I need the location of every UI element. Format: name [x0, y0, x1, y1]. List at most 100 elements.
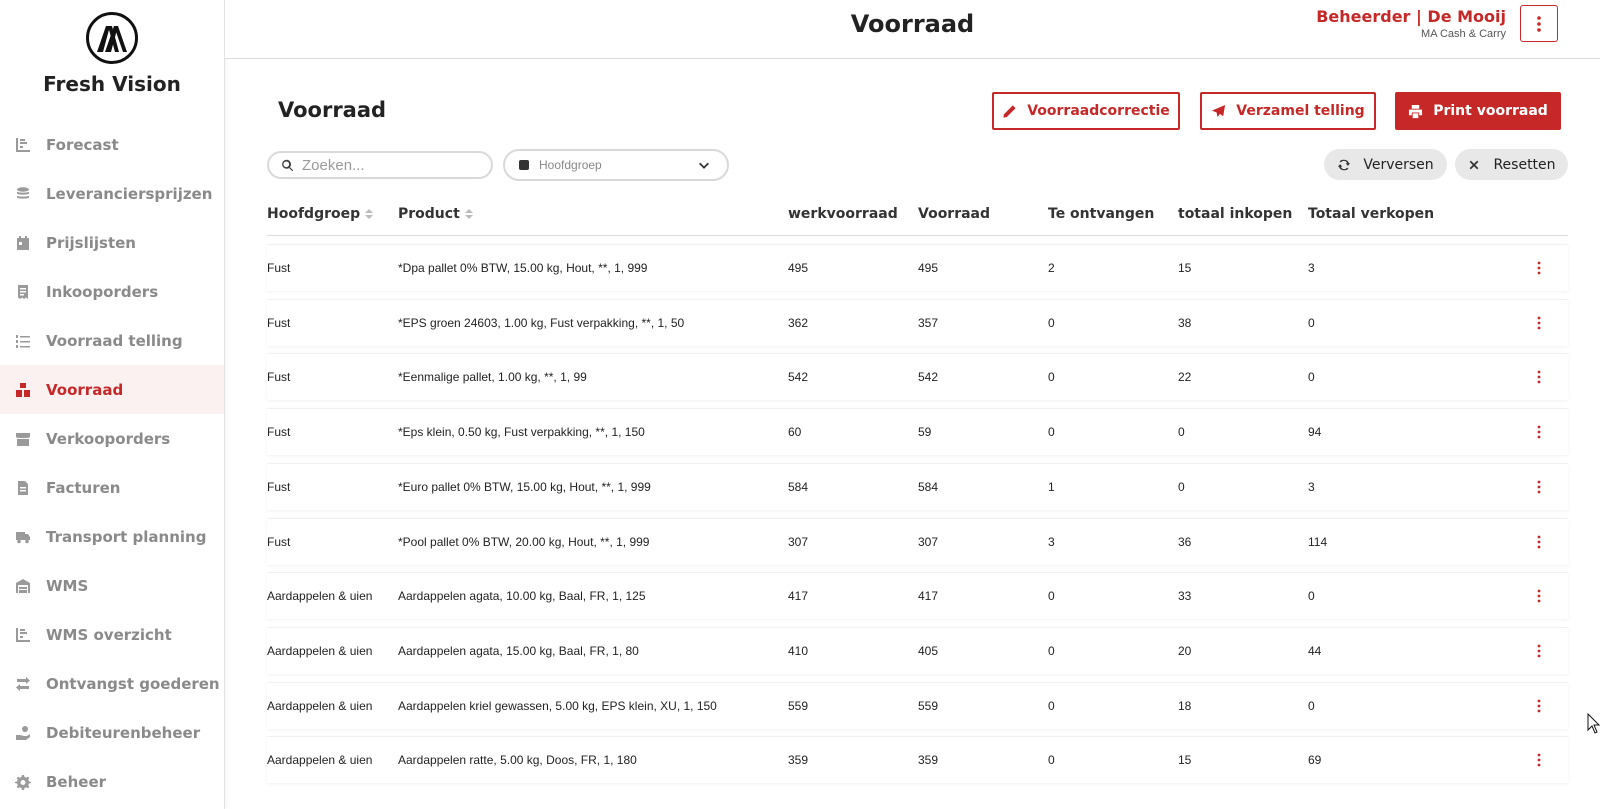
cell-voorraad: 542: [918, 370, 939, 385]
print-voorraad-button[interactable]: Print voorraad: [1395, 92, 1561, 130]
sidebar-nav: Forecast Leveranciersprijzen Prijslijsten I…: [0, 120, 224, 806]
brand-name: Fresh Vision: [43, 72, 181, 96]
sidebar-item-ontvangst-goederen[interactable]: Ontvangst goederen: [0, 659, 224, 708]
sidebar-item-forecast[interactable]: Forecast: [0, 120, 224, 169]
table-row[interactable]: Aardappelen & uien Aardappelen ratte, 5.0…: [267, 736, 1568, 784]
table-row[interactable]: Aardappelen & uien Aardappelen agata, 15.…: [267, 626, 1568, 674]
cell-voorraad: 59: [918, 425, 932, 440]
list-ordered-icon: [14, 332, 32, 350]
cell-voorraad: 495: [918, 261, 939, 275]
table-header: Hoofdgroep Product werkvoorraad Voorraad…: [267, 201, 1568, 236]
table-row[interactable]: Fust *Dpa pallet 0% BTW, 15.00 kg, Hout, …: [267, 244, 1568, 291]
cell-totaal-verkopen: 114: [1308, 534, 1328, 549]
table-row[interactable]: Fust *Pool pallet 0% BTW, 20.00 kg, Hout,…: [267, 517, 1568, 565]
sidebar-item-debiteurenbeheer[interactable]: Debiteurenbeheer: [0, 708, 224, 757]
sidebar-item-wms-overzicht[interactable]: WMS overzicht: [0, 610, 224, 659]
cell-te-ontvangen: 0: [1048, 370, 1055, 385]
row-menu-kebab-icon[interactable]: [1532, 585, 1546, 607]
table-row[interactable]: Fust *EPS groen 24603, 1.00 kg, Fust verp…: [267, 298, 1568, 346]
row-menu-kebab-icon[interactable]: [1532, 312, 1546, 334]
row-menu-kebab-icon[interactable]: [1532, 366, 1546, 388]
receipt-icon: [14, 283, 32, 301]
cell-werkvoorraad: 584: [788, 479, 809, 494]
cell-hoofdgroep: Fust: [267, 534, 291, 549]
cell-te-ontvangen: 0: [1048, 698, 1055, 713]
table-row[interactable]: Fust *Euro pallet 0% BTW, 15.00 kg, Hout,…: [267, 462, 1568, 510]
brand-logo[interactable]: [86, 12, 138, 64]
column-header-product[interactable]: Product: [398, 206, 473, 222]
cell-hoofdgroep: Aardappelen & uien: [267, 643, 373, 658]
sidebar-item-label: Transport planning: [46, 527, 207, 546]
table-row[interactable]: Aardappelen & uien Aardappelen agata, 10.…: [267, 572, 1568, 620]
resetten-button[interactable]: Resetten: [1455, 149, 1568, 180]
sidebar-item-facturen[interactable]: Facturen: [0, 463, 224, 512]
verzamel-telling-button[interactable]: Verzamel telling: [1200, 92, 1376, 130]
hoofdgroep-select[interactable]: Hoofdgroep: [503, 149, 729, 181]
sidebar-item-label: Leveranciersprijzen: [46, 184, 213, 203]
row-menu-kebab-icon[interactable]: [1532, 749, 1546, 771]
verzamel-telling-label: Verzamel telling: [1236, 103, 1365, 119]
column-header-label: Totaal verkopen: [1308, 206, 1435, 222]
sidebar-item-label: Debiteurenbeheer: [46, 723, 201, 742]
cell-product: *Eps klein, 0.50 kg, Fust verpakking, **…: [398, 425, 645, 440]
verversen-label: Verversen: [1363, 156, 1434, 173]
cell-te-ontvangen: 0: [1048, 315, 1055, 330]
sidebar-item-label: WMS: [46, 576, 89, 595]
row-menu-kebab-icon[interactable]: [1532, 695, 1546, 717]
cell-totaal-inkopen: 0: [1178, 479, 1185, 494]
voorraadcorrectie-button[interactable]: Voorraadcorrectie: [992, 92, 1180, 130]
sidebar-item-label: WMS overzicht: [46, 625, 172, 644]
search-input[interactable]: [302, 156, 472, 174]
cell-product: *Euro pallet 0% BTW, 15.00 kg, Hout, **,…: [398, 479, 651, 494]
cell-te-ontvangen: 3: [1048, 534, 1055, 549]
table-row[interactable]: Fust *Eps klein, 0.50 kg, Fust verpakking…: [267, 408, 1568, 456]
sidebar-item-inkooporders[interactable]: Inkooporders: [0, 267, 224, 316]
sidebar-item-label: Voorraad telling: [46, 331, 183, 350]
user-block[interactable]: Beheerder | De Mooij MA Cash & Carry: [1316, 7, 1506, 40]
cell-voorraad: 359: [918, 753, 939, 768]
row-menu-kebab-icon[interactable]: [1532, 257, 1546, 279]
cell-totaal-inkopen: 38: [1178, 315, 1192, 330]
cell-totaal-verkopen: 0: [1308, 315, 1315, 330]
verversen-button[interactable]: Verversen: [1324, 149, 1447, 180]
sidebar-item-voorraad-telling[interactable]: Voorraad telling: [0, 316, 224, 365]
sidebar-item-beheer[interactable]: Beheer: [0, 757, 224, 806]
hoofdgroep-placeholder: Hoofdgroep: [539, 158, 602, 172]
search-box[interactable]: [267, 151, 493, 179]
row-menu-kebab-icon[interactable]: [1532, 476, 1546, 498]
table-row[interactable]: Aardappelen & uien Aardappelen kriel gewa…: [267, 681, 1568, 729]
cell-totaal-verkopen: 94: [1308, 425, 1322, 440]
cell-hoofdgroep: Aardappelen & uien: [267, 753, 373, 768]
column-header-label: Hoofdgroep: [267, 206, 361, 222]
column-header-totaal-verkopen: Totaal verkopen: [1308, 206, 1434, 222]
gear-icon: [14, 773, 32, 791]
cell-hoofdgroep: Fust: [267, 315, 291, 330]
coins-icon: [14, 185, 32, 203]
row-menu-kebab-icon[interactable]: [1532, 531, 1546, 553]
sidebar-item-label: Verkooporders: [46, 429, 171, 448]
sidebar-item-leveranciersprijzen[interactable]: Leveranciersprijzen: [0, 169, 224, 218]
column-header-hoofdgroep[interactable]: Hoofdgroep: [267, 206, 374, 222]
sidebar-item-verkooporders[interactable]: Verkooporders: [0, 414, 224, 463]
sidebar-item-voorraad[interactable]: Voorraad: [0, 365, 224, 414]
cell-werkvoorraad: 359: [788, 753, 809, 768]
sidebar-item-label: Ontvangst goederen: [46, 674, 220, 693]
cell-product: Aardappelen ratte, 5.00 kg, Doos, FR, 1,…: [398, 753, 637, 768]
cell-product: *Dpa pallet 0% BTW, 15.00 kg, Hout, **, …: [398, 261, 648, 275]
cell-product: Aardappelen kriel gewassen, 5.00 kg, EPS…: [398, 698, 717, 713]
cell-totaal-verkopen: 69: [1308, 753, 1322, 768]
table-row[interactable]: Fust *Eenmalige pallet, 1.00 kg, **, 1, 9…: [267, 353, 1568, 401]
cell-hoofdgroep: Fust: [267, 370, 291, 385]
sidebar-item-label: Beheer: [46, 772, 107, 791]
sidebar-item-transport-planning[interactable]: Transport planning: [0, 512, 224, 561]
sidebar-item-wms[interactable]: WMS: [0, 561, 224, 610]
row-menu-kebab-icon[interactable]: [1532, 640, 1546, 662]
chart-bar-icon: [14, 136, 32, 154]
warehouse-icon: [14, 577, 32, 595]
row-menu-kebab-icon[interactable]: [1532, 421, 1546, 443]
invoice-icon: [14, 479, 32, 497]
printer-icon: [1409, 104, 1423, 118]
sidebar-item-label: Facturen: [46, 478, 121, 497]
header-menu-button[interactable]: [1520, 5, 1558, 42]
sidebar-item-prijslijsten[interactable]: Prijslijsten: [0, 218, 224, 267]
